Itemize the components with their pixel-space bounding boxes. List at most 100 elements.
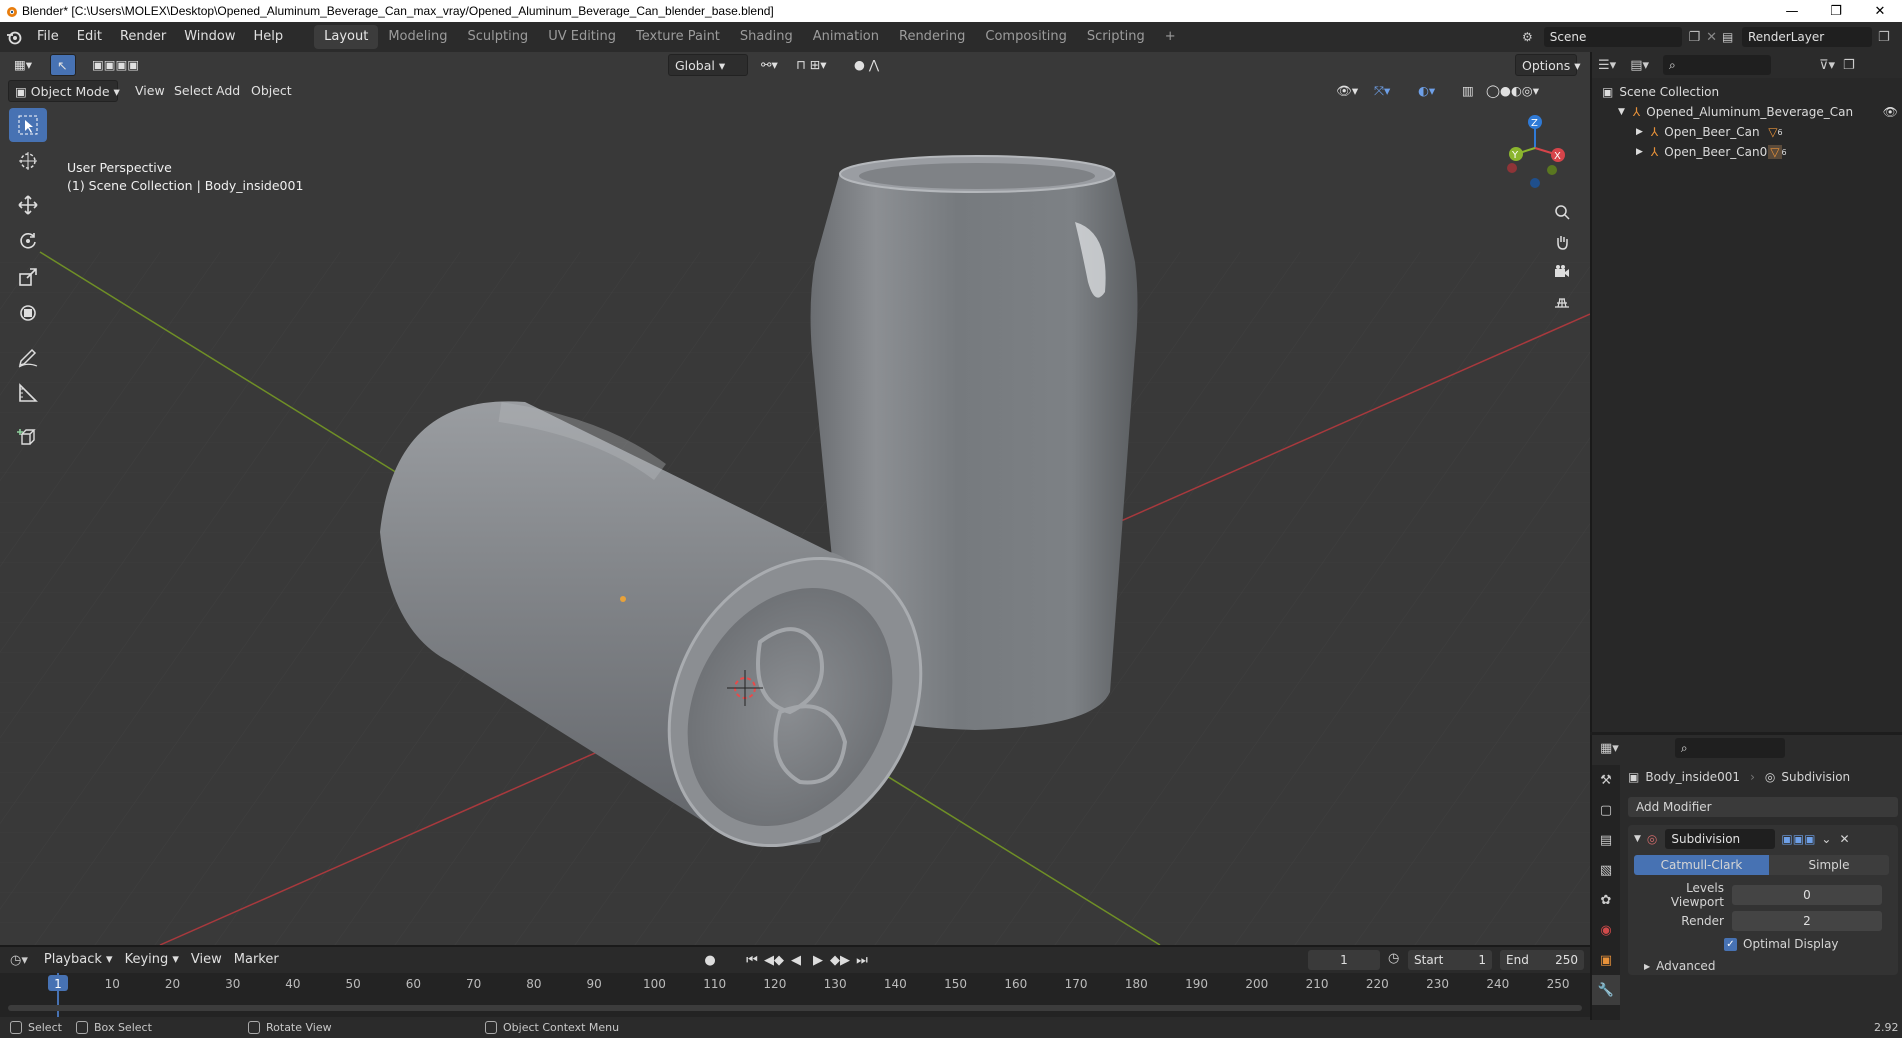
world-tab-icon[interactable]: ◉: [1592, 915, 1620, 945]
add-modifier-button[interactable]: Add Modifier: [1628, 797, 1898, 817]
render-tab-icon[interactable]: ▢: [1592, 795, 1620, 825]
next-keyframe-icon[interactable]: ◆▶: [830, 950, 850, 970]
record-icon[interactable]: ●: [700, 950, 720, 970]
tool-measure[interactable]: [9, 376, 47, 410]
camera-view-icon[interactable]: [1548, 258, 1576, 286]
outliner-row-collection[interactable]: ▼ ⅄ Opened_Aluminum_Beverage_Can 👁: [1592, 102, 1902, 122]
start-frame-field[interactable]: Start 1: [1408, 950, 1492, 970]
tab-animation[interactable]: Animation: [803, 25, 889, 49]
menu-view-timeline[interactable]: View: [185, 945, 228, 975]
outliner-search-input[interactable]: ⌕: [1663, 55, 1771, 75]
visibility-eye-icon[interactable]: 👁: [1883, 105, 1898, 119]
tool-annotate[interactable]: [9, 340, 47, 374]
jump-start-icon[interactable]: ⏮: [742, 950, 762, 970]
copy-scene-icon[interactable]: ❐: [1688, 30, 1700, 45]
menu-help[interactable]: Help: [245, 22, 293, 52]
remove-modifier-icon[interactable]: ✕: [1839, 832, 1849, 846]
tool-move[interactable]: [9, 188, 47, 222]
advanced-section[interactable]: ▶ Advanced: [1634, 959, 1892, 973]
menu-edit[interactable]: Edit: [68, 22, 111, 52]
display-mode-icon[interactable]: ▤▾: [1630, 58, 1649, 73]
renderlayer-name-field[interactable]: RenderLayer: [1742, 27, 1872, 47]
add-workspace-button[interactable]: +: [1155, 25, 1186, 49]
tab-rendering[interactable]: Rendering: [889, 25, 975, 49]
prev-keyframe-icon[interactable]: ◀◆: [764, 950, 784, 970]
scene-icon: ⚙: [1522, 30, 1533, 44]
catmull-clark-button[interactable]: Catmull-Clark: [1634, 855, 1769, 875]
menu-file[interactable]: File: [28, 22, 68, 52]
collapse-arrow-icon[interactable]: ▼: [1634, 834, 1641, 844]
output-tab-icon[interactable]: ▤: [1592, 825, 1620, 855]
ruler-tick-label: 190: [1185, 977, 1209, 991]
ruler-tick-label: 1: [54, 977, 62, 991]
optimal-display-checkbox[interactable]: ✓: [1724, 937, 1737, 951]
scene-selector[interactable]: ⚙ Scene ❐ ✕: [1522, 26, 1717, 48]
modifier-tab-wrench-icon[interactable]: 🔧: [1592, 975, 1620, 1005]
menu-render[interactable]: Render: [111, 22, 175, 52]
outliner-row-open-beer-can001[interactable]: ▶ ⅄ Open_Beer_Can001 ▽ 6: [1592, 142, 1902, 162]
properties-editor-icon[interactable]: ▦▾: [1600, 741, 1619, 756]
timeline-ruler[interactable]: 1 10 20 30 40 50 60 70 80 90 100 110 120 130 140 150 160…: [0, 973, 1590, 1017]
filter-icon[interactable]: ⊽▾: [1819, 58, 1835, 73]
menu-playback[interactable]: Playback ▾: [38, 945, 119, 975]
zoom-view-icon[interactable]: [1548, 198, 1576, 226]
expand-arrow-icon[interactable]: ▶: [1636, 127, 1643, 137]
tool-select-box[interactable]: [9, 108, 47, 142]
ruler-tick-label: 230: [1426, 977, 1449, 991]
remove-scene-icon[interactable]: ✕: [1706, 30, 1717, 45]
jump-end-icon[interactable]: ⏭: [852, 950, 872, 970]
play-reverse-icon[interactable]: ◀: [786, 950, 806, 970]
tab-shading[interactable]: Shading: [730, 25, 803, 49]
levels-viewport-field[interactable]: 0: [1732, 885, 1882, 905]
current-frame-field[interactable]: 1: [1308, 950, 1380, 970]
tab-modeling[interactable]: Modeling: [378, 25, 457, 49]
modifier-menu-icon[interactable]: ⌄: [1821, 832, 1831, 846]
tool-cursor[interactable]: [9, 144, 47, 178]
tab-texture-paint[interactable]: Texture Paint: [626, 25, 730, 49]
tool-add-cube[interactable]: [9, 420, 47, 454]
pan-view-hand-icon[interactable]: [1548, 228, 1576, 256]
minimize-button[interactable]: —: [1770, 0, 1814, 22]
timeline-scrollbar[interactable]: [8, 1005, 1582, 1011]
properties-search-input[interactable]: ⌕: [1674, 738, 1785, 758]
render-levels-field[interactable]: 2: [1732, 911, 1882, 931]
object-tab-icon[interactable]: ▣: [1592, 945, 1620, 975]
close-window-button[interactable]: ✕: [1858, 0, 1902, 22]
menu-marker[interactable]: Marker: [228, 945, 285, 975]
expand-arrow-icon: ▶: [1644, 961, 1651, 971]
new-collection-icon[interactable]: ❐: [1843, 58, 1855, 73]
tab-uv-editing[interactable]: UV Editing: [538, 25, 626, 49]
tool-rotate[interactable]: [9, 224, 47, 258]
expand-arrow-icon[interactable]: ▼: [1618, 107, 1625, 117]
tab-compositing[interactable]: Compositing: [975, 25, 1077, 49]
tool-scale[interactable]: [9, 260, 47, 294]
tab-sculpting[interactable]: Sculpting: [457, 25, 538, 49]
expand-arrow-icon[interactable]: ▶: [1636, 147, 1643, 157]
play-icon[interactable]: ▶: [808, 950, 828, 970]
scene-tab-icon[interactable]: ✿: [1592, 885, 1620, 915]
menu-window[interactable]: Window: [175, 22, 244, 52]
object-origin-dot[interactable]: [620, 596, 626, 602]
end-frame-field[interactable]: End 250: [1500, 950, 1584, 970]
simple-button[interactable]: Simple: [1769, 855, 1889, 875]
blender-logo-icon[interactable]: [0, 22, 28, 52]
3d-viewport[interactable]: User Perspective (1) Scene Collection | …: [0, 52, 1590, 945]
tool-tab-icon[interactable]: ⚒: [1592, 765, 1620, 795]
renderlayer-selector[interactable]: ▤ RenderLayer ❐: [1722, 26, 1902, 48]
restore-button[interactable]: ❐: [1814, 0, 1858, 22]
navigation-gizmo[interactable]: Z X Y: [1500, 110, 1570, 190]
tab-layout[interactable]: Layout: [314, 25, 379, 49]
modifier-toggle-icons[interactable]: ▣▣▣: [1781, 832, 1815, 846]
outliner-row-open-beer-can[interactable]: ▶ ⅄ Open_Beer_Can ▽ 6: [1592, 122, 1902, 142]
ortho-perspective-grid-icon[interactable]: [1548, 288, 1576, 316]
tool-transform[interactable]: [9, 296, 47, 330]
modifier-name-field[interactable]: Subdivision: [1665, 829, 1776, 849]
outliner-editor-icon[interactable]: ☰▾: [1598, 58, 1616, 73]
timeline-editor-icon[interactable]: ◷▾: [10, 953, 28, 968]
tab-scripting[interactable]: Scripting: [1077, 25, 1155, 49]
view-layer-tab-icon[interactable]: ▧: [1592, 855, 1620, 885]
scene-name-field[interactable]: Scene: [1543, 27, 1683, 47]
copy-renderlayer-icon[interactable]: ❐: [1878, 30, 1890, 45]
menu-keying[interactable]: Keying ▾: [119, 945, 185, 975]
outliner-row-scene-collection[interactable]: ▣ Scene Collection: [1592, 82, 1902, 102]
